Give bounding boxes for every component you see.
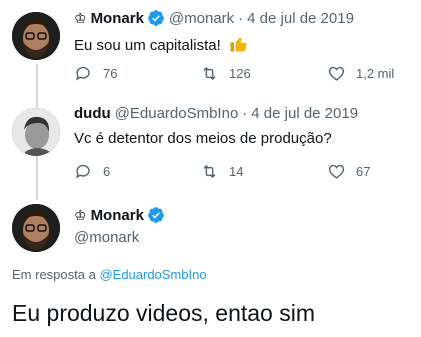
display-name[interactable]: Monark — [91, 10, 144, 27]
reply-button[interactable]: 6 — [74, 162, 110, 181]
reply-count: 6 — [103, 164, 111, 179]
tweet-text: Vc é detentor dos meios de produção? — [74, 130, 332, 147]
display-name[interactable]: Monark — [91, 207, 144, 224]
tweet-text-content: Eu sou um capitalista! — [74, 37, 221, 54]
like-button[interactable]: 67 — [327, 162, 370, 181]
tweet-dudu[interactable]: dudu @EduardoSmbIno · 4 de jul de 2019 V… — [0, 96, 421, 196]
handle[interactable]: @EduardoSmbIno — [115, 105, 239, 122]
main-tweet-text: Eu produzo videos, entao sim — [12, 300, 316, 326]
thumbs-up-emoji — [230, 37, 247, 52]
tweet-header: ♔ Monark @monark · 4 de jul de 2019 — [74, 9, 354, 27]
like-icon — [328, 66, 345, 81]
tweet-monark[interactable]: ♔ Monark @monark · 4 de jul de 2019 Eu s… — [0, 0, 421, 100]
retweet-icon — [203, 164, 216, 179]
retweet-button[interactable]: 126 — [200, 64, 251, 83]
separator: · — [238, 9, 244, 27]
reply-icon — [76, 66, 90, 81]
retweet-count: 126 — [229, 66, 251, 81]
timestamp[interactable]: 4 de jul de 2019 — [247, 10, 354, 27]
reply-button[interactable]: 76 — [74, 64, 117, 83]
verified-badge-icon — [148, 10, 164, 26]
reply-prefix: Em resposta a — [12, 267, 96, 282]
tweet-actions: 76 126 1,2 mil — [74, 64, 414, 84]
tweet-actions: 6 14 67 — [74, 162, 414, 182]
avatar[interactable] — [12, 204, 60, 252]
retweet-button[interactable]: 14 — [200, 162, 243, 181]
crown-icon: ♔ — [74, 9, 87, 26]
reply-context: Em resposta a @EduardoSmbIno — [12, 267, 207, 282]
tweet-header: ♔ Monark — [74, 206, 169, 224]
verified-badge-icon — [148, 207, 164, 223]
reply-icon — [76, 164, 90, 179]
like-count: 1,2 mil — [356, 66, 395, 81]
retweet-icon — [203, 66, 216, 81]
tweet-header: dudu @EduardoSmbIno · 4 de jul de 2019 — [74, 105, 358, 122]
separator: · — [242, 105, 248, 122]
like-count: 67 — [356, 164, 371, 179]
like-icon — [328, 164, 345, 179]
crown-icon: ♔ — [74, 206, 87, 223]
handle[interactable]: @monark — [74, 229, 139, 246]
like-button[interactable]: 1,2 mil — [327, 64, 394, 83]
avatar[interactable] — [12, 108, 60, 156]
display-name[interactable]: dudu — [74, 105, 111, 122]
main-tweet: ♔ Monark @monark Em resposta a @EduardoS… — [0, 196, 421, 337]
reply-count: 76 — [103, 66, 118, 81]
avatar[interactable] — [12, 12, 60, 60]
timestamp[interactable]: 4 de jul de 2019 — [251, 105, 358, 122]
reply-to-link[interactable]: @EduardoSmbIno — [99, 267, 206, 282]
retweet-count: 14 — [229, 164, 244, 179]
handle[interactable]: @monark — [169, 10, 234, 27]
tweet-text: Eu sou um capitalista! — [74, 34, 249, 54]
